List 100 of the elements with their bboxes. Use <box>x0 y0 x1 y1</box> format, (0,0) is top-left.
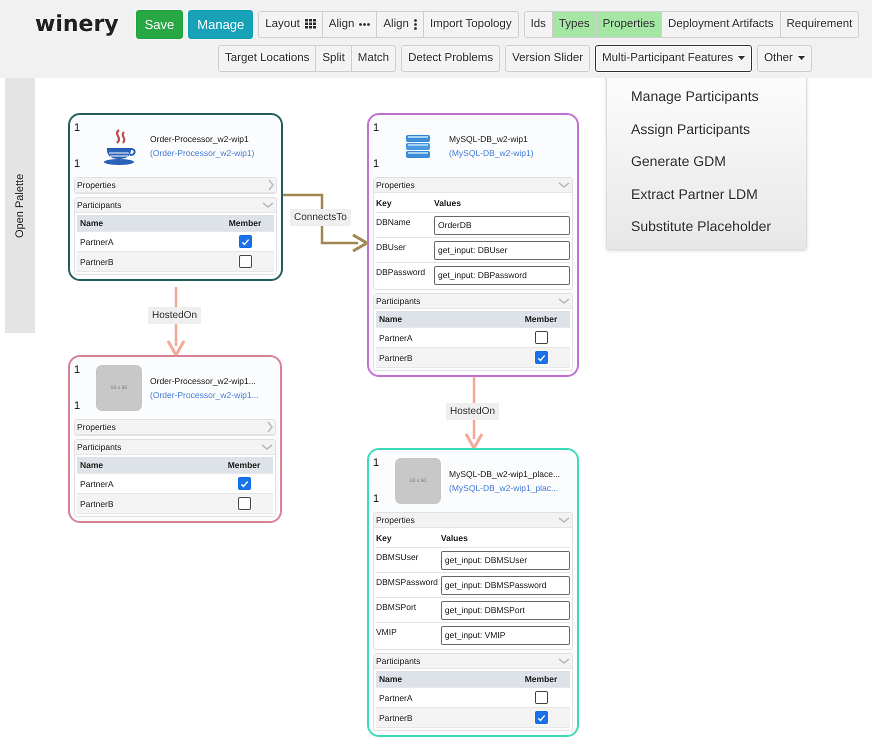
node-name: Order-Processor_w2-wip1 <box>150 134 250 144</box>
node-card[interactable]: 1 1 MySQL-DB_w2-wip1 (MySQL-DB_w2-wip1) Properties Key Values DBName OrderDB DBUser get_input: DBUser DBPassword get_input: DBPassword Participants Name Member PartnerA PartnerB <box>367 113 579 377</box>
property-field[interactable]: get_input: DBUser <box>434 240 570 260</box>
toolbar-button[interactable]: Match <box>350 44 396 72</box>
node-name: MySQL-DB_w2-wip1 <box>449 134 529 144</box>
count-label: 1 <box>74 400 82 412</box>
toolbar-button[interactable]: Target Locations <box>218 44 316 72</box>
count-label: 1 <box>373 457 380 469</box>
dots-icon <box>414 18 417 30</box>
section-header[interactable]: Properties <box>374 513 572 528</box>
toolbar-button[interactable]: Version Slider <box>505 44 590 72</box>
caret-icon <box>798 56 805 60</box>
node-id: (Order-Processor_w2-wip1) <box>150 148 254 158</box>
participant-name: PartnerB <box>379 352 414 362</box>
property-field[interactable]: get_input: DBPassword <box>434 266 570 284</box>
toolbar-button[interactable]: Split <box>315 44 352 72</box>
participant-name: PartnerB <box>379 712 414 722</box>
chevron-down-icon <box>558 182 570 188</box>
column-header: Name <box>379 314 404 324</box>
dots-icon <box>359 22 370 26</box>
menu-item[interactable]: Manage Participants <box>607 80 806 112</box>
section-header[interactable]: Participants <box>374 294 572 309</box>
count-label: 1 <box>74 158 82 170</box>
toolbar-button[interactable]: Import Topology <box>422 10 519 38</box>
checkbox[interactable] <box>534 351 548 364</box>
grid-icon <box>304 19 316 29</box>
column-header: Member <box>524 314 558 324</box>
checkbox[interactable] <box>534 331 548 344</box>
node-id: (MySQL-DB_w2-wip1_plac... <box>449 483 560 493</box>
count-label: 1 <box>373 493 380 505</box>
caret-icon <box>738 56 746 60</box>
node-id: (Order-Processor_w2-wip1... <box>150 390 259 400</box>
node-id: (MySQL-DB_w2-wip1) <box>449 148 534 158</box>
toolbar-button[interactable]: Ids <box>524 10 553 38</box>
node-card[interactable]: 1 1 Order-Processor_w2-wip1 (Order-Processor_w2-wip1) Properties Participants Name Member PartnerA PartnerB <box>68 113 283 281</box>
toolbar-button[interactable]: Detect Problems <box>401 44 500 72</box>
column-header: Values <box>434 197 462 210</box>
chevron-right-icon <box>268 179 274 191</box>
property-field[interactable]: get_input: DBMSPort <box>440 600 570 620</box>
checkbox[interactable] <box>534 691 548 704</box>
toolbar-button[interactable]: Requirement <box>780 10 860 38</box>
column-header: Member <box>228 218 262 228</box>
section-header[interactable]: Properties <box>75 420 275 435</box>
checkbox[interactable] <box>238 477 250 490</box>
toolbar-button[interactable]: Layout <box>258 10 323 38</box>
connection-label: HostedOn <box>446 403 500 420</box>
checkbox[interactable] <box>238 235 252 248</box>
column-header: Key <box>376 197 393 210</box>
section-header[interactable]: Properties <box>75 178 276 193</box>
node-card[interactable] <box>367 448 579 737</box>
chevron-down-icon <box>558 517 570 523</box>
toolbar-button[interactable]: Properties <box>596 10 662 38</box>
checkbox[interactable] <box>238 497 250 510</box>
property-field[interactable]: get_input: DBMSPassword <box>440 576 570 594</box>
palette-tab[interactable]: Open Palette <box>5 78 35 333</box>
column-header: Values <box>440 532 469 545</box>
count-label: 1 <box>74 122 82 134</box>
node-name: Order-Processor_w2-wip1... <box>150 376 257 386</box>
connection-label: ConnectsTo <box>290 209 351 226</box>
chevron-down-icon <box>558 658 570 664</box>
property-field[interactable]: OrderDB <box>434 216 570 234</box>
toolbar-button[interactable]: Align <box>322 10 378 38</box>
participant-name: PartnerA <box>379 692 414 702</box>
chevron-down-icon <box>262 202 274 208</box>
checkbox[interactable] <box>238 255 252 268</box>
chevron-right-icon <box>267 421 273 433</box>
database-icon <box>404 132 432 160</box>
app-logo: winery <box>35 12 119 36</box>
node-name: MySQL-DB_w2-wip1_place... <box>449 469 560 479</box>
participant-name: PartnerB <box>80 498 115 508</box>
toolbar-button[interactable]: Align <box>376 10 424 38</box>
participant-name: PartnerB <box>80 256 115 266</box>
section-header[interactable]: Participants <box>374 654 572 669</box>
column-header: Member <box>524 674 558 684</box>
toolbar-button[interactable]: Types <box>552 10 597 38</box>
property-field[interactable]: get_input: VMIP <box>440 626 570 644</box>
section-header[interactable]: Participants <box>75 198 276 213</box>
connection-label: HostedOn <box>148 307 202 324</box>
column-header: Name <box>379 674 404 684</box>
chevron-down-icon <box>558 298 570 304</box>
section-header[interactable]: Participants <box>75 440 275 455</box>
participant-name: PartnerA <box>379 332 414 342</box>
count-label: 1 <box>74 364 82 376</box>
menu-item[interactable]: Assign Participants <box>607 112 806 145</box>
toolbar-button[interactable]: Other <box>757 44 812 72</box>
section-header[interactable]: Properties <box>374 178 572 193</box>
property-field[interactable]: get_input: DBMSUser <box>440 550 570 570</box>
participant-name: PartnerA <box>80 478 115 488</box>
checkbox[interactable] <box>534 711 548 724</box>
menu-item[interactable]: Substitute Placeholder <box>607 210 806 242</box>
column-header: Member <box>226 460 262 470</box>
column-header: Name <box>80 218 104 228</box>
toolbar-button[interactable]: Multi-Participant Features <box>595 44 752 72</box>
participant-name: PartnerA <box>80 236 115 246</box>
menu-item[interactable]: Generate GDM <box>607 145 806 178</box>
menu-item[interactable]: Extract Partner LDM <box>607 178 806 210</box>
column-header: Name <box>80 460 104 470</box>
count-label: 1 <box>373 158 380 170</box>
toolbar-button[interactable]: Deployment Artifacts <box>661 10 780 38</box>
column-header: Key <box>376 532 393 545</box>
